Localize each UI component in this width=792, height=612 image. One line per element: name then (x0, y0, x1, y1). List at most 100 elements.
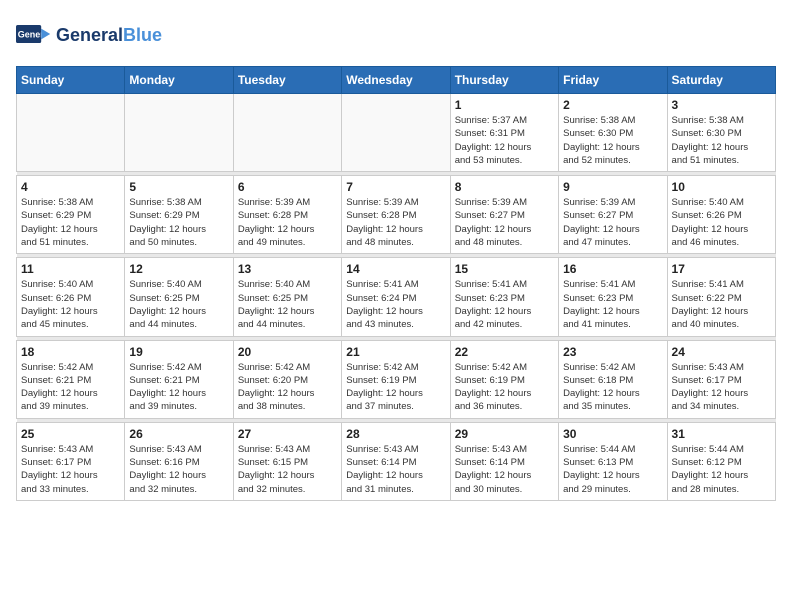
day-number: 18 (21, 345, 120, 359)
calendar-day-cell: 20Sunrise: 5:42 AM Sunset: 6:20 PM Dayli… (233, 340, 341, 418)
day-info: Sunrise: 5:41 AM Sunset: 6:23 PM Dayligh… (455, 278, 554, 331)
day-info: Sunrise: 5:40 AM Sunset: 6:25 PM Dayligh… (129, 278, 228, 331)
day-number: 29 (455, 427, 554, 441)
calendar-day-cell: 30 Sunrise: 5:44 AM Sunset: 6:13 PM Dayli… (559, 422, 667, 500)
calendar-week-row: 1 Sunrise: 5:37 AM Sunset: 6:31 PM Daylig… (17, 94, 776, 172)
day-number: 20 (238, 345, 337, 359)
calendar-day-cell: 5 Sunrise: 5:38 AM Sunset: 6:29 PM Daylig… (125, 176, 233, 254)
day-info: Sunrise: 5:38 AM Sunset: 6:29 PM Dayligh… (21, 196, 120, 249)
weekday-header-saturday: Saturday (667, 67, 775, 94)
calendar-day-cell: 21Sunrise: 5:42 AM Sunset: 6:19 PM Dayli… (342, 340, 450, 418)
day-info: Sunrise: 5:43 AM Sunset: 6:17 PM Dayligh… (672, 361, 771, 414)
calendar: SundayMondayTuesdayWednesdayThursdayFrid… (16, 66, 776, 501)
day-info: Sunrise: 5:40 AM Sunset: 6:26 PM Dayligh… (672, 196, 771, 249)
day-info: Sunrise: 5:43 AM Sunset: 6:14 PM Dayligh… (455, 443, 554, 496)
calendar-day-cell (125, 94, 233, 172)
calendar-day-cell: 16 Sunrise: 5:41 AM Sunset: 6:23 PM Dayli… (559, 258, 667, 336)
calendar-day-cell (233, 94, 341, 172)
calendar-day-cell: 15 Sunrise: 5:41 AM Sunset: 6:23 PM Dayli… (450, 258, 558, 336)
day-number: 24 (672, 345, 771, 359)
weekday-header-friday: Friday (559, 67, 667, 94)
calendar-day-cell: 24 Sunrise: 5:43 AM Sunset: 6:17 PM Dayli… (667, 340, 775, 418)
day-number: 19 (129, 345, 228, 359)
day-info: Sunrise: 5:38 AM Sunset: 6:30 PM Dayligh… (672, 114, 771, 167)
day-info: Sunrise: 5:41 AM Sunset: 6:24 PM Dayligh… (346, 278, 445, 331)
day-info: Sunrise: 5:42 AM Sunset: 6:21 PM Dayligh… (21, 361, 120, 414)
day-number: 14 (346, 262, 445, 276)
day-info: Sunrise: 5:42 AM Sunset: 6:19 PM Dayligh… (455, 361, 554, 414)
calendar-day-cell: 25 Sunrise: 5:43 AM Sunset: 6:17 PM Dayli… (17, 422, 125, 500)
day-info: Sunrise: 5:42 AM Sunset: 6:21 PM Dayligh… (129, 361, 228, 414)
calendar-day-cell: 17 Sunrise: 5:41 AM Sunset: 6:22 PM Dayli… (667, 258, 775, 336)
day-info: Sunrise: 5:39 AM Sunset: 6:27 PM Dayligh… (563, 196, 662, 249)
day-number: 16 (563, 262, 662, 276)
calendar-week-row: 11 Sunrise: 5:40 AM Sunset: 6:26 PM Dayli… (17, 258, 776, 336)
day-info: Sunrise: 5:43 AM Sunset: 6:16 PM Dayligh… (129, 443, 228, 496)
day-info: Sunrise: 5:43 AM Sunset: 6:15 PM Dayligh… (238, 443, 337, 496)
day-number: 17 (672, 262, 771, 276)
calendar-day-cell (17, 94, 125, 172)
calendar-day-cell: 27 Sunrise: 5:43 AM Sunset: 6:15 PM Dayli… (233, 422, 341, 500)
day-number: 12 (129, 262, 228, 276)
calendar-day-cell: 31 Sunrise: 5:44 AM Sunset: 6:12 PM Dayli… (667, 422, 775, 500)
calendar-week-row: 4 Sunrise: 5:38 AM Sunset: 6:29 PM Daylig… (17, 176, 776, 254)
weekday-header-tuesday: Tuesday (233, 67, 341, 94)
day-number: 28 (346, 427, 445, 441)
day-number: 25 (21, 427, 120, 441)
day-info: Sunrise: 5:39 AM Sunset: 6:28 PM Dayligh… (238, 196, 337, 249)
header: General GeneralBlue (16, 16, 776, 54)
day-info: Sunrise: 5:39 AM Sunset: 6:28 PM Dayligh… (346, 196, 445, 249)
day-number: 11 (21, 262, 120, 276)
day-info: Sunrise: 5:43 AM Sunset: 6:17 PM Dayligh… (21, 443, 120, 496)
calendar-day-cell: 12 Sunrise: 5:40 AM Sunset: 6:25 PM Dayli… (125, 258, 233, 336)
day-number: 15 (455, 262, 554, 276)
calendar-day-cell: 2Sunrise: 5:38 AM Sunset: 6:30 PM Daylig… (559, 94, 667, 172)
day-info: Sunrise: 5:44 AM Sunset: 6:12 PM Dayligh… (672, 443, 771, 496)
day-number: 7 (346, 180, 445, 194)
day-number: 5 (129, 180, 228, 194)
logo-text: GeneralBlue (56, 25, 162, 46)
day-number: 22 (455, 345, 554, 359)
day-info: Sunrise: 5:42 AM Sunset: 6:18 PM Dayligh… (563, 361, 662, 414)
day-info: Sunrise: 5:38 AM Sunset: 6:30 PM Dayligh… (563, 114, 662, 167)
day-info: Sunrise: 5:41 AM Sunset: 6:23 PM Dayligh… (563, 278, 662, 331)
weekday-header-monday: Monday (125, 67, 233, 94)
calendar-day-cell: 28Sunrise: 5:43 AM Sunset: 6:14 PM Dayli… (342, 422, 450, 500)
calendar-week-row: 18 Sunrise: 5:42 AM Sunset: 6:21 PM Dayli… (17, 340, 776, 418)
calendar-day-cell: 23 Sunrise: 5:42 AM Sunset: 6:18 PM Dayli… (559, 340, 667, 418)
calendar-day-cell: 18 Sunrise: 5:42 AM Sunset: 6:21 PM Dayli… (17, 340, 125, 418)
calendar-day-cell: 4 Sunrise: 5:38 AM Sunset: 6:29 PM Daylig… (17, 176, 125, 254)
weekday-header-sunday: Sunday (17, 67, 125, 94)
day-number: 30 (563, 427, 662, 441)
calendar-day-cell: 9 Sunrise: 5:39 AM Sunset: 6:27 PM Daylig… (559, 176, 667, 254)
day-number: 23 (563, 345, 662, 359)
day-number: 4 (21, 180, 120, 194)
day-info: Sunrise: 5:40 AM Sunset: 6:26 PM Dayligh… (21, 278, 120, 331)
day-number: 3 (672, 98, 771, 112)
calendar-day-cell: 14 Sunrise: 5:41 AM Sunset: 6:24 PM Dayli… (342, 258, 450, 336)
weekday-header-row: SundayMondayTuesdayWednesdayThursdayFrid… (17, 67, 776, 94)
calendar-day-cell: 13Sunrise: 5:40 AM Sunset: 6:25 PM Dayli… (233, 258, 341, 336)
day-number: 9 (563, 180, 662, 194)
calendar-day-cell: 26 Sunrise: 5:43 AM Sunset: 6:16 PM Dayli… (125, 422, 233, 500)
day-number: 26 (129, 427, 228, 441)
day-number: 27 (238, 427, 337, 441)
calendar-day-cell: 3 Sunrise: 5:38 AM Sunset: 6:30 PM Daylig… (667, 94, 775, 172)
day-info: Sunrise: 5:38 AM Sunset: 6:29 PM Dayligh… (129, 196, 228, 249)
day-info: Sunrise: 5:37 AM Sunset: 6:31 PM Dayligh… (455, 114, 554, 167)
day-info: Sunrise: 5:39 AM Sunset: 6:27 PM Dayligh… (455, 196, 554, 249)
logo-icon: General (16, 16, 52, 52)
day-number: 13 (238, 262, 337, 276)
calendar-day-cell: 6 Sunrise: 5:39 AM Sunset: 6:28 PM Daylig… (233, 176, 341, 254)
weekday-header-thursday: Thursday (450, 67, 558, 94)
day-info: Sunrise: 5:44 AM Sunset: 6:13 PM Dayligh… (563, 443, 662, 496)
day-number: 1 (455, 98, 554, 112)
logo: General GeneralBlue (16, 16, 162, 54)
day-number: 6 (238, 180, 337, 194)
day-number: 10 (672, 180, 771, 194)
calendar-day-cell: 10 Sunrise: 5:40 AM Sunset: 6:26 PM Dayli… (667, 176, 775, 254)
weekday-header-wednesday: Wednesday (342, 67, 450, 94)
day-number: 31 (672, 427, 771, 441)
day-info: Sunrise: 5:41 AM Sunset: 6:22 PM Dayligh… (672, 278, 771, 331)
calendar-day-cell: 22 Sunrise: 5:42 AM Sunset: 6:19 PM Dayli… (450, 340, 558, 418)
